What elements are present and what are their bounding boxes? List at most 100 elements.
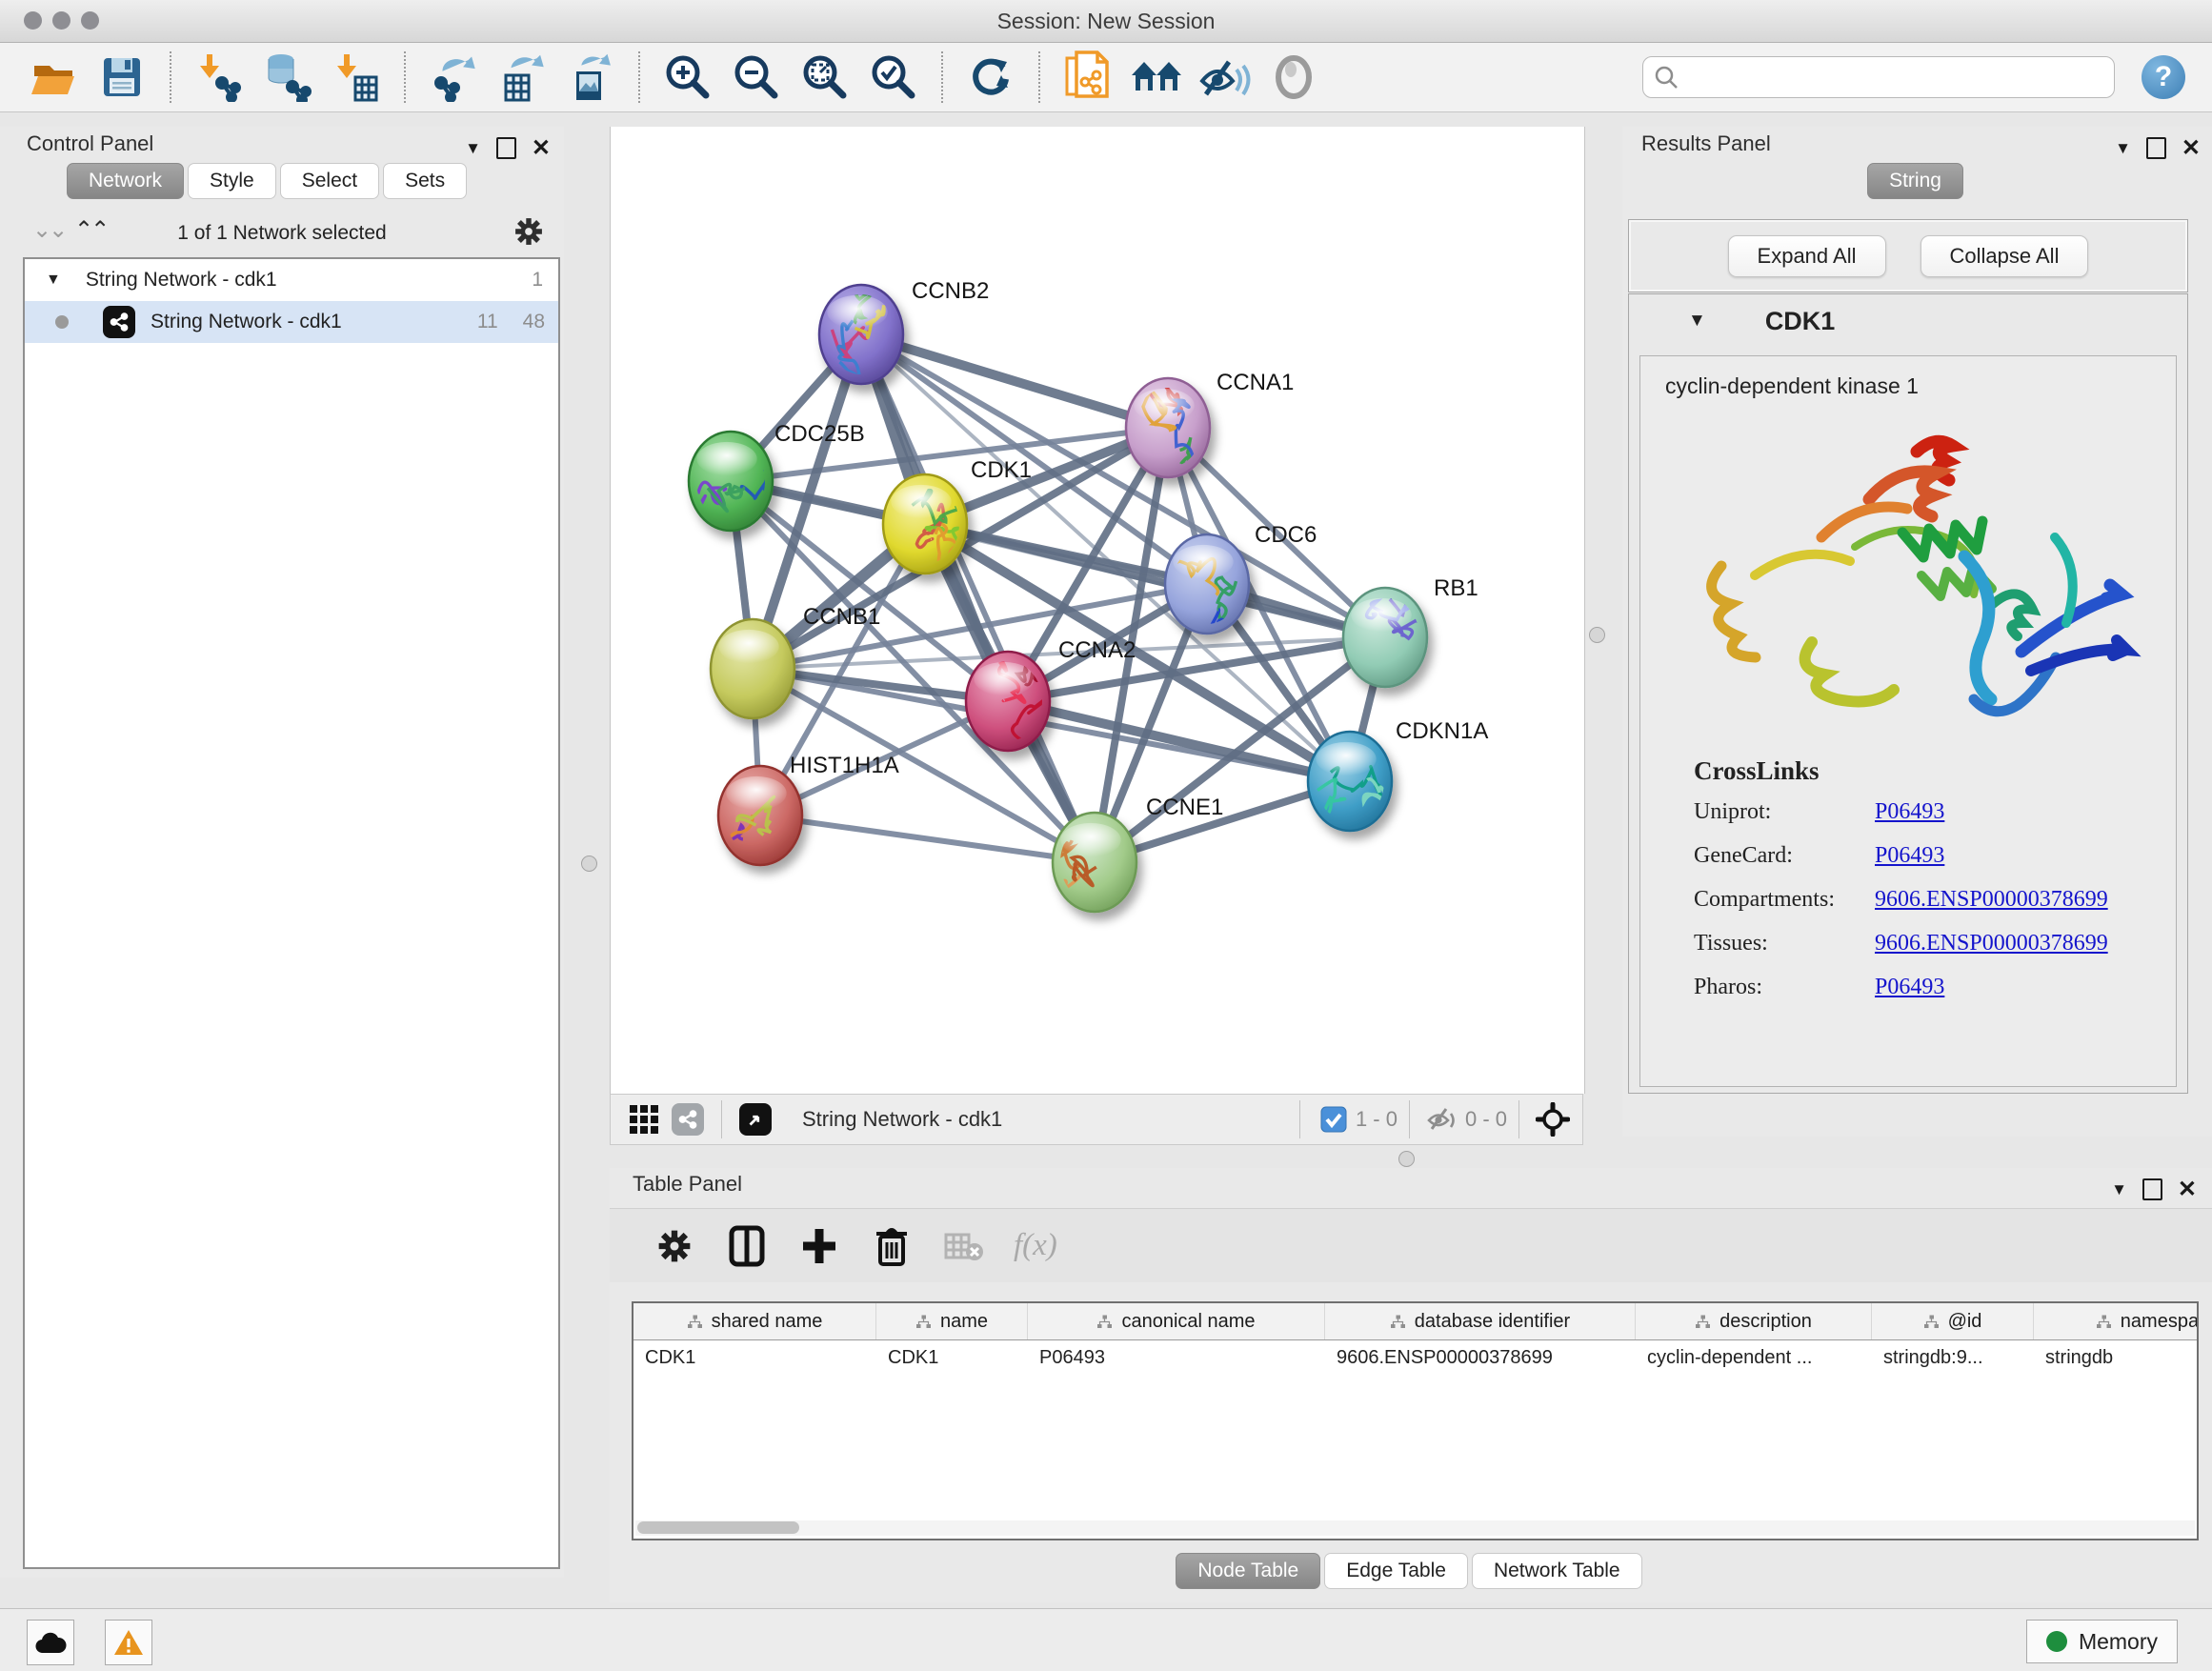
left-splitter-handle[interactable] xyxy=(581,856,597,872)
trash-icon xyxy=(874,1225,910,1267)
collapse-all-button[interactable]: Collapse All xyxy=(1920,235,2089,277)
table-cell[interactable]: cyclin-dependent ... xyxy=(1636,1347,1872,1369)
import-table-button[interactable] xyxy=(328,49,385,106)
table-settings-button[interactable] xyxy=(646,1218,703,1275)
network-options-gear-icon[interactable] xyxy=(513,215,545,248)
gene-collapse-icon[interactable]: ▼ xyxy=(1688,311,1706,332)
panel-close-icon[interactable]: ✕ xyxy=(2178,1176,2197,1203)
node-gloss xyxy=(891,485,951,518)
collection-collapse-icon[interactable]: ▼ xyxy=(46,272,61,289)
table-horizontal-scrollbar[interactable] xyxy=(635,1520,2195,1536)
zoom-fit-button[interactable] xyxy=(796,49,854,106)
network-edge-CCNB2-CCNA1[interactable] xyxy=(861,334,1168,428)
string-document-button[interactable] xyxy=(1059,49,1116,106)
status-bar: Memory xyxy=(0,1608,2212,1671)
tab-network[interactable]: Network xyxy=(67,163,184,199)
network-node-CDKN1A[interactable]: CDKN1A xyxy=(1308,718,1488,831)
scrollbar-thumb[interactable] xyxy=(637,1521,799,1534)
crosslink-link[interactable]: 9606.ENSP00000378699 xyxy=(1875,931,2108,956)
cloud-button[interactable] xyxy=(27,1620,74,1665)
bottom-splitter-handle[interactable] xyxy=(1398,1151,1415,1167)
import-network-database-button[interactable] xyxy=(259,49,316,106)
crosslink-link[interactable]: P06493 xyxy=(1875,799,1944,825)
crosslink-link[interactable]: 9606.ENSP00000378699 xyxy=(1875,887,2108,913)
search-input[interactable] xyxy=(1679,65,2104,90)
network-node-CCNA1[interactable]: CCNA1 xyxy=(1126,370,1294,495)
grid-view-icon[interactable] xyxy=(622,1098,666,1140)
apply-layout-button[interactable] xyxy=(962,49,1019,106)
column-header-canonical-name[interactable]: canonical name xyxy=(1028,1303,1325,1339)
search-box[interactable] xyxy=(1642,56,2115,98)
network-node-RB1[interactable]: RB1 xyxy=(1343,575,1478,687)
panel-float-icon[interactable] xyxy=(496,137,516,159)
column-header--id[interactable]: @id xyxy=(1872,1303,2034,1339)
panel-menu-icon[interactable]: ▼ xyxy=(2111,1180,2127,1199)
warnings-button[interactable] xyxy=(105,1620,152,1665)
create-column-button[interactable] xyxy=(791,1218,848,1275)
column-header-description[interactable]: description xyxy=(1636,1303,1872,1339)
show-graphics-details-button[interactable] xyxy=(1265,49,1322,106)
zoom-in-button[interactable] xyxy=(659,49,716,106)
network-node-HIST1H1A[interactable]: HIST1H1A xyxy=(698,753,899,883)
expand-all-networks-icon[interactable]: ⌄⌄ xyxy=(32,216,65,244)
delete-table-button-disabled xyxy=(935,1218,993,1275)
export-network-button[interactable] xyxy=(425,49,482,106)
fit-content-crosshair-icon[interactable] xyxy=(1531,1098,1575,1140)
footer-separator xyxy=(1518,1100,1519,1138)
crosslink-link[interactable]: P06493 xyxy=(1875,975,1944,1000)
tab-network-table[interactable]: Network Table xyxy=(1472,1553,1642,1589)
window-title: Session: New Session xyxy=(0,9,2212,34)
tab-node-table[interactable]: Node Table xyxy=(1176,1553,1320,1589)
panel-close-icon[interactable]: ✕ xyxy=(532,134,551,162)
gene-section-header[interactable]: ▼ CDK1 xyxy=(1629,294,2187,348)
tab-string[interactable]: String xyxy=(1867,163,1963,199)
delete-column-button[interactable] xyxy=(863,1218,920,1275)
panel-float-icon[interactable] xyxy=(2142,1178,2162,1200)
tab-sets[interactable]: Sets xyxy=(383,163,467,199)
zoom-fit-icon xyxy=(800,52,850,102)
crosslink-link[interactable]: P06493 xyxy=(1875,843,1944,869)
hidden-eye-icon[interactable] xyxy=(1421,1098,1465,1140)
table-row[interactable]: CDK1CDK1P064939606.ENSP00000378699cyclin… xyxy=(633,1340,2197,1375)
table-cell[interactable]: 9606.ENSP00000378699 xyxy=(1325,1347,1636,1369)
export-table-button[interactable] xyxy=(493,49,551,106)
save-session-button[interactable] xyxy=(93,49,151,106)
column-header-namespace[interactable]: namespace xyxy=(2034,1303,2199,1339)
selected-checkbox-icon[interactable] xyxy=(1312,1098,1356,1140)
hide-graphics-details-button[interactable] xyxy=(1196,49,1254,106)
zoom-out-button[interactable] xyxy=(728,49,785,106)
home-pair-button[interactable] xyxy=(1128,49,1185,106)
column-header-database-identifier[interactable]: database identifier xyxy=(1325,1303,1636,1339)
panel-menu-icon[interactable]: ▼ xyxy=(2115,139,2131,158)
open-session-button[interactable] xyxy=(25,49,82,106)
export-image-button[interactable] xyxy=(562,49,619,106)
table-cell[interactable]: CDK1 xyxy=(633,1347,876,1369)
table-cell[interactable]: CDK1 xyxy=(876,1347,1028,1369)
panel-float-icon[interactable] xyxy=(2146,137,2166,159)
tab-select[interactable]: Select xyxy=(280,163,379,199)
network-edge-HIST1H1A-CCNE1[interactable] xyxy=(760,815,1095,862)
network-view-icon[interactable] xyxy=(666,1098,710,1140)
panel-menu-icon[interactable]: ▼ xyxy=(465,139,481,158)
column-header-name[interactable]: name xyxy=(876,1303,1028,1339)
tab-edge-table[interactable]: Edge Table xyxy=(1324,1553,1468,1589)
network-row-selected[interactable]: String Network - cdk1 11 48 xyxy=(25,301,558,343)
network-canvas[interactable]: CCNB2CCNA1CDC25BCDK1CDC6RB1CCNB1CCNA2CDK… xyxy=(610,127,1585,1094)
crosslink-label: Compartments: xyxy=(1694,887,1875,913)
right-splitter-handle[interactable] xyxy=(1589,627,1605,643)
table-cell[interactable]: stringdb xyxy=(2034,1347,2199,1369)
column-header-shared-name[interactable]: shared name xyxy=(633,1303,876,1339)
zoom-selected-button[interactable] xyxy=(865,49,922,106)
import-network-file-button[interactable] xyxy=(191,49,248,106)
table-cell[interactable]: P06493 xyxy=(1028,1347,1325,1369)
panel-close-icon[interactable]: ✕ xyxy=(2182,134,2201,162)
memory-button[interactable]: Memory xyxy=(2026,1620,2178,1663)
birdseye-view-icon[interactable] xyxy=(734,1098,777,1140)
help-button[interactable]: ? xyxy=(2142,55,2185,99)
table-cell[interactable]: stringdb:9... xyxy=(1872,1347,2034,1369)
network-collection-row[interactable]: ▼ String Network - cdk1 1 xyxy=(25,259,558,301)
tab-style[interactable]: Style xyxy=(188,163,276,199)
collapse-all-networks-icon[interactable]: ⌃⌃ xyxy=(74,216,107,244)
show-columns-button[interactable] xyxy=(718,1218,775,1275)
expand-all-button[interactable]: Expand All xyxy=(1728,235,1886,277)
